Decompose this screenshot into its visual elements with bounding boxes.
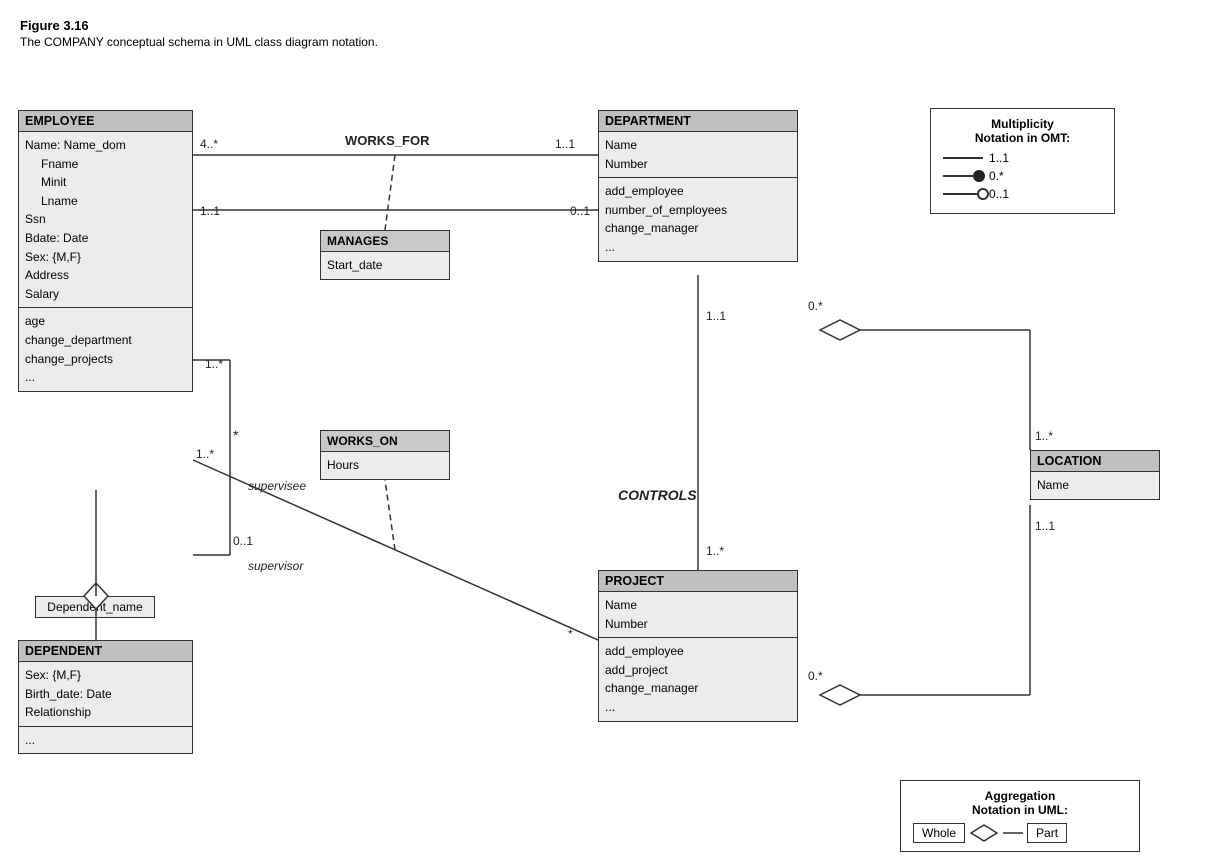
notation-circle-01 [977, 188, 989, 200]
notation-title: MultiplicityNotation in OMT: [943, 117, 1102, 145]
dependent-name-box: Dependent_name [35, 596, 155, 618]
mult-emp-manages: 1..1 [200, 204, 220, 218]
aggregation-notation-box: AggregationNotation in UML: Whole Part [900, 780, 1140, 852]
figure-caption: The COMPANY conceptual schema in UML cla… [20, 35, 1186, 49]
mult-dept-worksfor: 1..1 [555, 137, 575, 151]
dept-agg-diamond [820, 320, 860, 340]
supervisee-label: supervisee [248, 479, 306, 493]
figure-title: Figure 3.16 [20, 18, 1186, 33]
dependent-header: DEPENDENT [19, 641, 192, 662]
mult-loc-11: 1..1 [1035, 519, 1055, 533]
project-section1: Name Number [599, 592, 797, 638]
notation-line-11 [943, 157, 983, 159]
mult-star-supervisee: * [233, 427, 239, 443]
location-class: LOCATION Name [1030, 450, 1160, 500]
mult-emp-supervisee-top: 1..* [205, 357, 223, 371]
department-section2: add_employee number_of_employees change_… [599, 178, 797, 260]
agg-title: AggregationNotation in UML: [913, 789, 1127, 817]
dependent-section2: ... [19, 727, 192, 754]
workson-line [193, 460, 598, 640]
mult-dept-controls: 1..1 [706, 309, 726, 323]
mult-dept-manages: 0..1 [570, 204, 590, 218]
supervisor-label: supervisor [248, 559, 304, 573]
employee-header: EMPLOYEE [19, 111, 192, 132]
agg-line-icon [1003, 823, 1023, 843]
agg-diamond-icon [969, 823, 999, 843]
works-for-label: WORKS_FOR [345, 133, 430, 148]
notation-row-01: 0..1 [943, 187, 1102, 201]
mult-loc-star: 1..* [1035, 429, 1053, 443]
proj-agg-diamond [820, 685, 860, 705]
multiplicity-notation-box: MultiplicityNotation in OMT: 1..1 0.* 0.… [930, 108, 1115, 214]
dependent-name-label: Dependent_name [47, 600, 142, 614]
project-class: PROJECT Name Number add_employee add_pro… [598, 570, 798, 722]
workson-dashed [385, 480, 395, 550]
notation-label-01: 0..1 [989, 187, 1009, 201]
workson-header: WORKS_ON [321, 431, 449, 452]
employee-section1: Name: Name_dom Fname Minit Lname Ssn Bda… [19, 132, 192, 308]
employee-class: EMPLOYEE Name: Name_dom Fname Minit Lnam… [18, 110, 193, 392]
mult-proj-workson: * [568, 627, 573, 641]
department-header: DEPARTMENT [599, 111, 797, 132]
mult-proj-controls: 1..* [706, 544, 724, 558]
notation-row-0star: 0.* [943, 169, 1102, 183]
mult-proj-agg: 0.* [808, 669, 823, 683]
manages-header: MANAGES [321, 231, 449, 252]
notation-row-11: 1..1 [943, 151, 1102, 165]
department-class: DEPARTMENT Name Number add_employee numb… [598, 110, 798, 262]
mult-emp-workson: 1..* [196, 447, 214, 461]
agg-part-label: Part [1027, 823, 1067, 843]
dependent-class: DEPENDENT Sex: {M,F} Birth_date: Date Re… [18, 640, 193, 754]
mult-dept-loc: 0.* [808, 299, 823, 313]
manages-class: MANAGES Start_date [320, 230, 450, 280]
page-container: Figure 3.16 The COMPANY conceptual schem… [0, 0, 1206, 862]
employee-section2: age change_department change_projects ..… [19, 308, 192, 390]
project-section2: add_employee add_project change_manager … [599, 638, 797, 720]
department-section1: Name Number [599, 132, 797, 178]
manages-section: Start_date [321, 252, 449, 279]
mult-01-supervisor: 0..1 [233, 534, 253, 548]
notation-dot-0star [973, 170, 985, 182]
controls-label: CONTROLS [618, 487, 697, 503]
mult-emp-worksfor: 4..* [200, 137, 218, 151]
dependent-section1: Sex: {M,F} Birth_date: Date Relationship [19, 662, 192, 727]
workson-class: WORKS_ON Hours [320, 430, 450, 480]
agg-row: Whole Part [913, 823, 1127, 843]
location-header: LOCATION [1031, 451, 1159, 472]
notation-label-11: 1..1 [989, 151, 1009, 165]
workson-section: Hours [321, 452, 449, 479]
agg-whole-label: Whole [913, 823, 965, 843]
manages-dashed-line [385, 155, 395, 230]
location-section1: Name [1031, 472, 1159, 499]
notation-label-0star: 0.* [989, 169, 1004, 183]
project-header: PROJECT [599, 571, 797, 592]
